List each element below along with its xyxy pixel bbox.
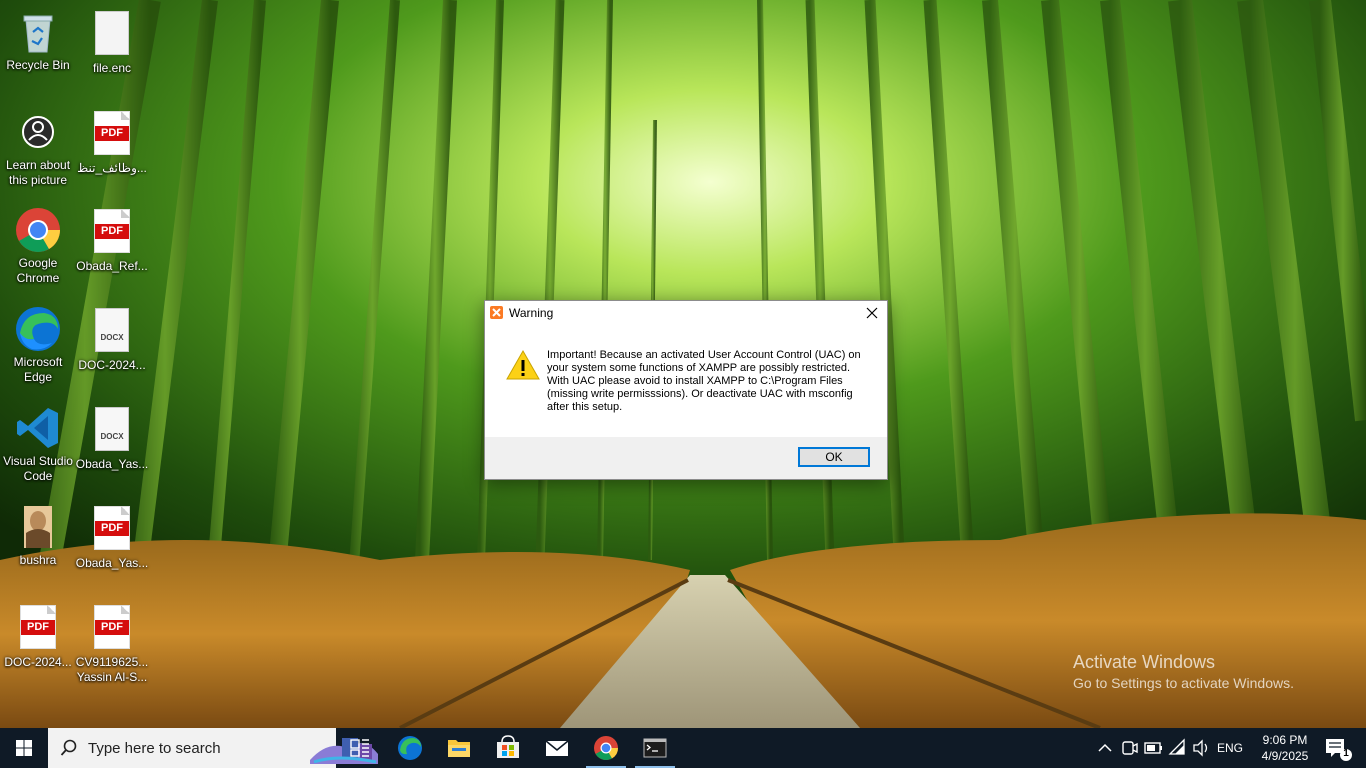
activate-windows-watermark: Activate Windows Go to Settings to activ… — [1073, 652, 1294, 694]
desktop-icon-learn-about-picture[interactable]: Learn about this picture — [0, 108, 76, 188]
pdf-file-icon: PDF — [88, 506, 136, 554]
taskbar-task-view[interactable] — [336, 728, 384, 768]
desktop-icon-file-enc[interactable]: file.enc — [74, 8, 150, 76]
taskbar-edge[interactable] — [386, 728, 434, 768]
taskbar-search-box[interactable]: Type here to search — [48, 728, 378, 768]
recycle-bin-icon — [14, 8, 62, 56]
warning-icon — [506, 349, 540, 381]
clock-date: 4/9/2025 — [1261, 749, 1309, 763]
search-placeholder: Type here to search — [88, 740, 221, 757]
terminal-icon — [643, 738, 667, 758]
desktop-icon-bushra[interactable]: bushra — [0, 503, 76, 568]
pdf-file-icon: PDF — [14, 605, 62, 653]
task-view-icon — [350, 739, 369, 757]
notification-count: 1 — [1343, 748, 1349, 759]
desktop-icon-doc-2024-docx[interactable]: DOCX DOC-2024... — [74, 305, 150, 373]
mail-icon — [545, 740, 569, 756]
taskbar-store[interactable] — [484, 728, 532, 768]
dialog-titlebar[interactable]: Warning — [485, 301, 887, 325]
edge-icon — [14, 305, 62, 353]
dialog-message: Important! Because an activated User Acc… — [547, 349, 861, 413]
taskbar-chrome[interactable] — [582, 728, 630, 768]
desktop-icon-obada-yas-docx[interactable]: DOCX Obada_Yas... — [74, 404, 150, 472]
pdf-file-icon: PDF — [88, 605, 136, 653]
desktop-icon-recycle-bin[interactable]: Recycle Bin — [0, 8, 76, 73]
taskbar-mail[interactable] — [533, 728, 581, 768]
pdf-file-icon: PDF — [88, 209, 136, 257]
taskbar-file-explorer[interactable] — [435, 728, 483, 768]
activate-windows-subtitle: Go to Settings to activate Windows. — [1073, 675, 1294, 691]
tray-show-hidden-icons[interactable] — [1094, 728, 1116, 768]
battery-icon — [1144, 742, 1162, 754]
edge-icon — [398, 736, 422, 760]
tray-volume[interactable] — [1190, 728, 1212, 768]
desktop-icon-cv-pdf[interactable]: PDF CV9119625... Yassin Al-S... — [74, 602, 150, 685]
file-explorer-icon — [448, 740, 470, 757]
desktop-icon-microsoft-edge[interactable]: Microsoft Edge — [0, 305, 76, 385]
camera-icon — [14, 108, 62, 156]
tray-battery[interactable] — [1142, 728, 1164, 768]
close-icon — [866, 307, 878, 319]
desktop-icon-obada-yas-pdf[interactable]: PDF Obada_Yas... — [74, 503, 150, 571]
chevron-up-icon — [1098, 743, 1112, 752]
meet-now-icon — [1122, 741, 1138, 755]
chrome-icon — [594, 736, 618, 761]
dialog-footer: OK — [485, 437, 887, 479]
search-icon — [60, 739, 78, 757]
taskbar-terminal[interactable] — [631, 728, 679, 768]
image-file-icon — [14, 503, 62, 551]
start-button[interactable] — [0, 728, 48, 768]
close-button[interactable] — [857, 301, 887, 325]
desktop-icon-arabic-pdf[interactable]: PDF وظائف_تنظ... — [74, 108, 150, 176]
wifi-icon — [1168, 738, 1185, 755]
warning-dialog: Warning Important! Because an activated … — [484, 300, 888, 480]
ok-button[interactable]: OK — [798, 447, 870, 467]
pdf-file-icon: PDF — [88, 111, 136, 159]
dialog-body: Important! Because an activated User Acc… — [485, 325, 887, 437]
vscode-icon — [14, 404, 62, 452]
tray-network[interactable] — [1166, 728, 1188, 768]
taskbar: Type here to search ENG 9:06 PM 4/9/2025… — [0, 728, 1366, 768]
windows-logo-icon — [16, 740, 32, 756]
xampp-icon — [490, 306, 503, 319]
tray-meet-now[interactable] — [1118, 728, 1140, 768]
tray-clock[interactable]: 9:06 PM 4/9/2025 — [1250, 728, 1320, 772]
tray-language[interactable]: ENG — [1214, 728, 1246, 768]
desktop-icon-vscode[interactable]: Visual Studio Code — [0, 404, 76, 484]
dialog-title: Warning — [509, 306, 554, 320]
chrome-icon — [14, 206, 62, 254]
docx-file-icon: DOCX — [88, 407, 136, 455]
speaker-icon — [1193, 739, 1208, 757]
desktop-icon-google-chrome[interactable]: Google Chrome — [0, 206, 76, 286]
clock-time: 9:06 PM — [1262, 733, 1308, 747]
docx-file-icon: DOCX — [88, 308, 136, 356]
file-icon — [88, 11, 136, 59]
activate-windows-title: Activate Windows — [1073, 652, 1216, 672]
tray-notifications[interactable]: 1 — [1318, 728, 1366, 768]
store-icon — [497, 735, 519, 758]
desktop-icon-obada-ref[interactable]: PDF Obada_Ref... — [74, 206, 150, 274]
desktop-icon-doc-2024-pdf[interactable]: PDF DOC-2024... — [0, 602, 76, 670]
